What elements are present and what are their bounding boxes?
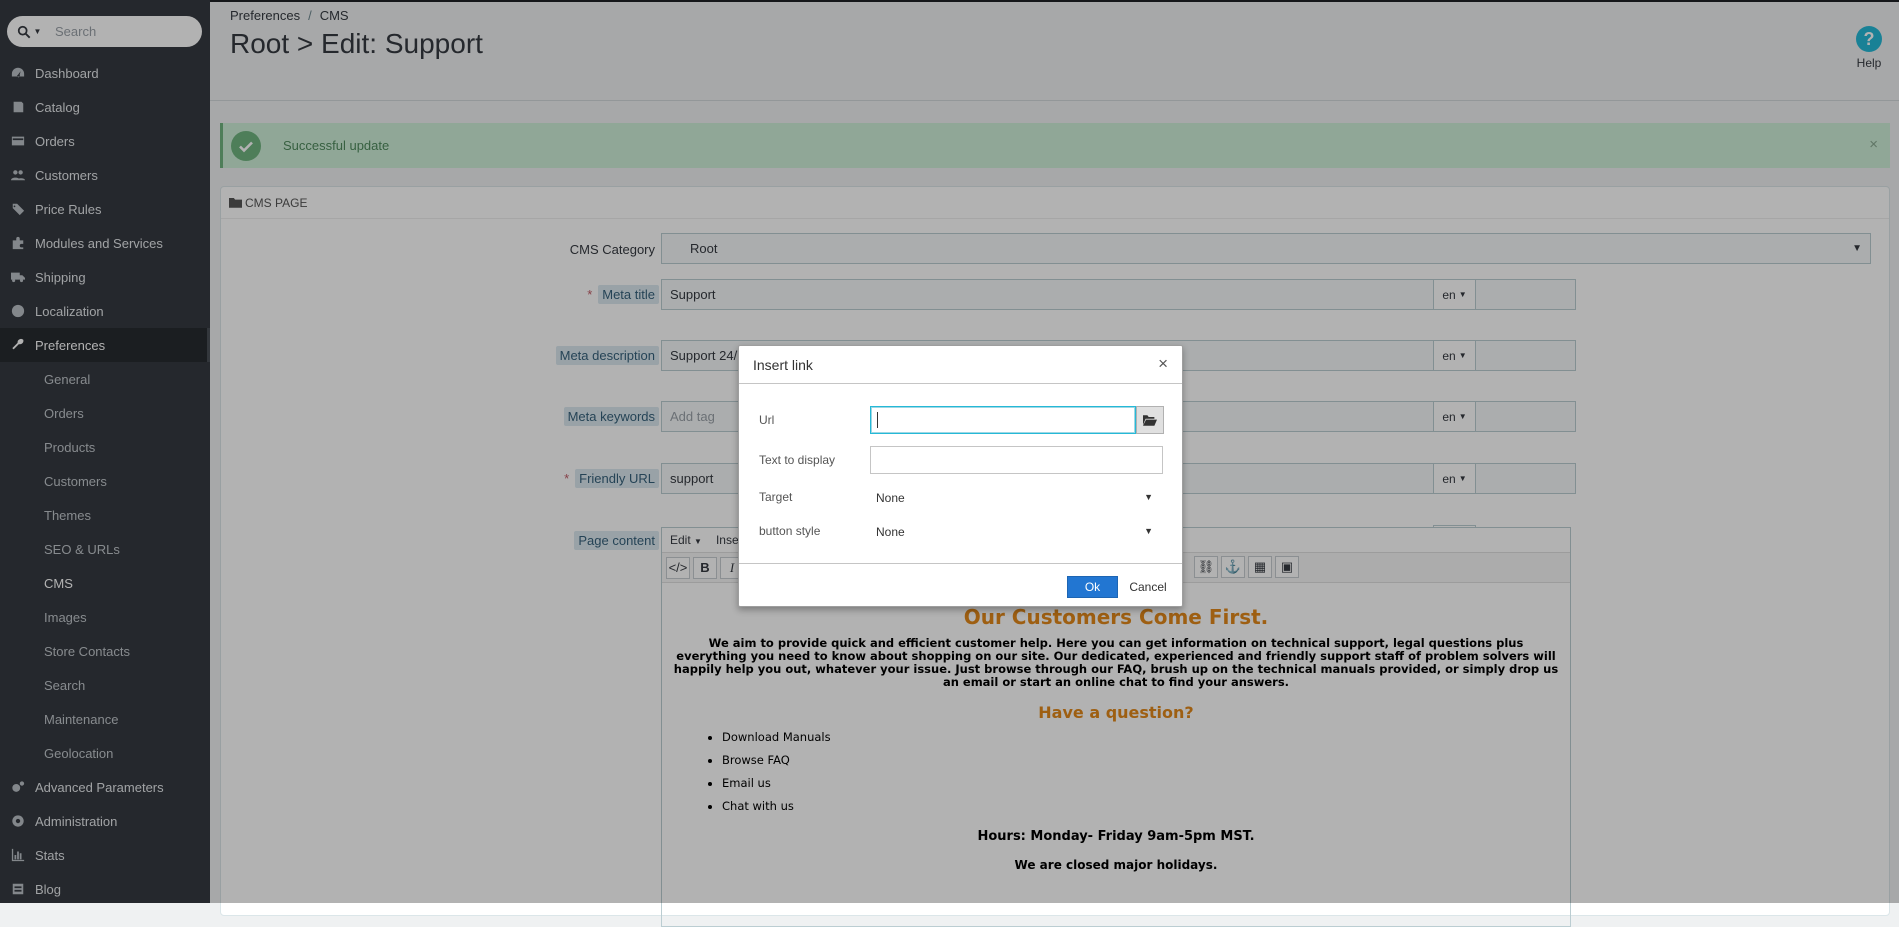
button-style-select[interactable]: None ▼ (870, 519, 1163, 545)
dialog-header: Insert link × (739, 346, 1182, 384)
url-input[interactable] (870, 406, 1136, 434)
url-label: Url (759, 413, 775, 427)
text-cursor (877, 412, 878, 428)
target-label: Target (759, 490, 793, 504)
ok-button[interactable]: Ok (1067, 576, 1118, 598)
target-value: None (876, 491, 905, 505)
button-style-label: button style (759, 524, 821, 538)
browse-files-button[interactable] (1136, 406, 1164, 434)
folder-open-icon (1143, 415, 1157, 426)
caret-down-icon: ▼ (1144, 526, 1153, 536)
target-select[interactable]: None ▼ (870, 485, 1163, 511)
close-icon[interactable]: × (1158, 354, 1168, 374)
cancel-button[interactable]: Cancel (1125, 576, 1171, 598)
dialog-title: Insert link (753, 356, 813, 373)
button-style-value: None (876, 525, 905, 539)
caret-down-icon: ▼ (1144, 492, 1153, 502)
dialog-footer: Ok Cancel (739, 563, 1182, 607)
text-to-display-input[interactable] (870, 446, 1163, 474)
text-to-display-label: Text to display (759, 453, 836, 467)
insert-link-dialog: Insert link × Url Text to display Target… (738, 345, 1183, 607)
